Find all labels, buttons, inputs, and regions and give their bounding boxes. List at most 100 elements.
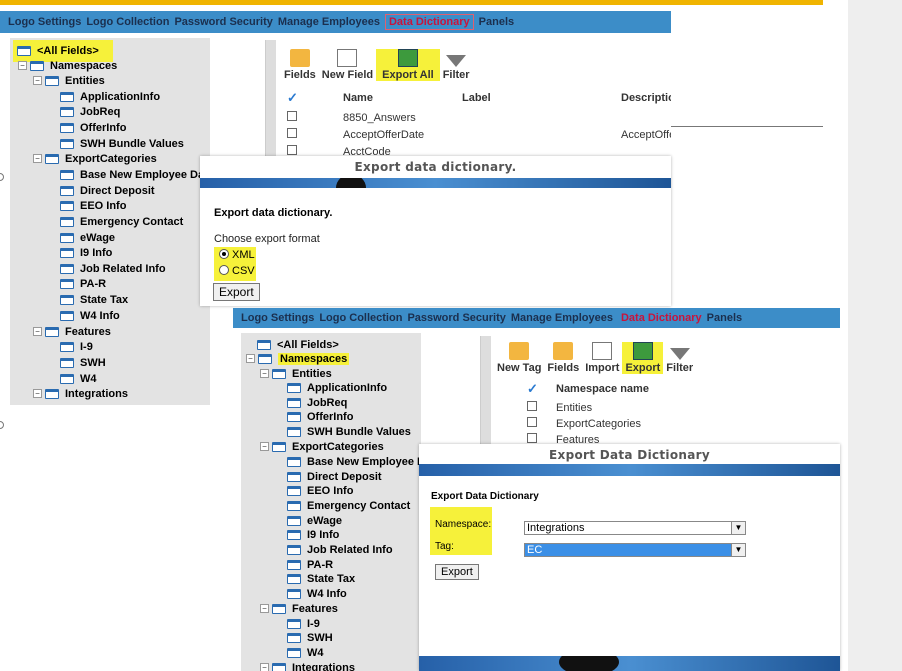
tree-item[interactable]: I9 Info <box>60 245 112 260</box>
tree-item[interactable]: SWH Bundle Values <box>287 424 411 439</box>
tree-item[interactable]: SWH Bundle Values <box>60 136 184 151</box>
tree-export-categories[interactable]: − ExportCategories <box>260 439 384 454</box>
tree-item[interactable]: eWage <box>60 230 115 245</box>
tree-item[interactable]: SWH <box>287 630 333 645</box>
nav-manage-employees[interactable]: Manage Employees <box>278 16 380 28</box>
tree-namespaces[interactable]: − Namespaces <box>18 58 117 73</box>
tree-item[interactable]: OfferInfo <box>60 120 126 135</box>
tree-item[interactable]: PA-R <box>287 557 333 572</box>
filter-button[interactable]: Filter <box>440 51 473 81</box>
fields-button[interactable]: Fields <box>281 49 319 81</box>
tree-item[interactable]: Direct Deposit <box>60 183 155 198</box>
tree-item[interactable]: Emergency Contact <box>287 498 410 513</box>
tree-features[interactable]: − Features <box>33 324 111 339</box>
tree-item[interactable]: ApplicationInfo <box>60 89 160 104</box>
row-checkbox[interactable] <box>527 433 537 443</box>
collapse-icon[interactable]: − <box>246 354 255 363</box>
csv-option[interactable]: CSV <box>219 265 255 277</box>
tree-item[interactable]: EEO Info <box>60 198 126 213</box>
import-button[interactable]: Import <box>582 342 622 374</box>
nav-data-dictionary[interactable]: Data Dictionary <box>384 14 474 30</box>
tree-all-fields[interactable]: <All Fields> <box>257 337 339 352</box>
new-field-button[interactable]: New Field <box>319 49 376 81</box>
nav-logo-collection[interactable]: Logo Collection <box>319 312 402 324</box>
tree-item[interactable]: W4 Info <box>60 308 120 323</box>
table-row[interactable]: AcceptOfferDate AcceptOffe <box>287 126 671 143</box>
new-tag-button[interactable]: New Tag <box>494 342 544 374</box>
scrollbar[interactable] <box>480 336 491 446</box>
tree-item[interactable]: State Tax <box>60 292 128 307</box>
tree-item[interactable]: EEO Info <box>287 483 353 498</box>
nav-panels[interactable]: Panels <box>479 16 514 28</box>
export-button[interactable]: Export <box>213 283 260 301</box>
nav-manage-employees[interactable]: Manage Employees <box>511 312 613 324</box>
tree-integrations[interactable]: − Integrations <box>260 660 355 671</box>
tree-item[interactable]: W4 <box>60 371 97 386</box>
chevron-down-icon[interactable]: ▼ <box>731 522 745 534</box>
tree-item[interactable]: ApplicationInfo <box>287 380 387 395</box>
tree-item[interactable]: eWage <box>287 513 342 528</box>
filter-button[interactable]: Filter <box>663 344 696 374</box>
tree-item[interactable]: PA-R <box>60 276 106 291</box>
nav-logo-settings[interactable]: Logo Settings <box>8 16 81 28</box>
tree-entities[interactable]: − Entities <box>33 73 105 88</box>
table-row[interactable]: Entities <box>527 399 592 416</box>
tree-item[interactable]: SWH <box>60 355 106 370</box>
tree-item[interactable]: W4 <box>287 645 324 660</box>
scrollbar[interactable] <box>265 40 276 156</box>
tree-item[interactable]: Emergency Contact <box>60 214 183 229</box>
tree-item[interactable]: JobReq <box>287 395 347 410</box>
nav-password-security[interactable]: Password Security <box>407 312 505 324</box>
tree-item[interactable]: Job Related Info <box>60 261 166 276</box>
export-all-button[interactable]: Export All <box>376 49 440 81</box>
tree-item[interactable]: Base New Employee Data <box>60 167 210 182</box>
tree-item[interactable]: I-9 <box>287 616 320 631</box>
tree-namespaces[interactable]: − Namespaces <box>246 351 350 366</box>
tree-item[interactable]: JobReq <box>60 104 120 119</box>
nav-logo-settings[interactable]: Logo Settings <box>241 312 314 324</box>
collapse-icon[interactable]: − <box>260 604 269 613</box>
export-button[interactable]: Export <box>435 564 479 580</box>
row-checkbox[interactable] <box>287 145 297 155</box>
tree-item[interactable]: Base New Employee Data <box>287 454 421 469</box>
row-checkbox[interactable] <box>287 111 297 121</box>
row-checkbox[interactable] <box>287 128 297 138</box>
nav-password-security[interactable]: Password Security <box>174 16 272 28</box>
tree-export-categories[interactable]: − ExportCategories <box>33 151 157 166</box>
table-row[interactable]: ExportCategories <box>527 415 641 432</box>
collapse-icon[interactable]: − <box>33 76 42 85</box>
select-all-check-icon[interactable]: ✓ <box>527 381 556 397</box>
nav-panels[interactable]: Panels <box>707 312 742 324</box>
nav-data-dictionary[interactable]: Data Dictionary <box>621 312 702 324</box>
tree-item[interactable]: OfferInfo <box>287 409 353 424</box>
row-checkbox[interactable] <box>527 417 537 427</box>
table-row[interactable]: 8850_Answers <box>287 109 621 126</box>
xml-option[interactable]: XML <box>219 249 255 261</box>
tree-entities[interactable]: − Entities <box>260 366 332 381</box>
tree-item[interactable]: W4 Info <box>287 586 347 601</box>
tree-item[interactable]: Direct Deposit <box>287 469 382 484</box>
tree-item[interactable]: State Tax <box>287 571 355 586</box>
collapse-icon[interactable]: − <box>260 369 269 378</box>
csv-radio[interactable] <box>219 265 229 275</box>
fields-button[interactable]: Fields <box>544 342 582 374</box>
nav-logo-collection[interactable]: Logo Collection <box>86 16 169 28</box>
tag-select[interactable]: EC ▼ <box>524 543 746 557</box>
chevron-down-icon[interactable]: ▼ <box>731 544 745 556</box>
xml-radio[interactable] <box>219 249 229 259</box>
collapse-icon[interactable]: − <box>18 61 27 70</box>
tree-item[interactable]: Job Related Info <box>287 542 393 557</box>
table-row[interactable]: AcctCode <box>287 143 621 156</box>
tree-item[interactable]: I-9 <box>60 339 93 354</box>
collapse-icon[interactable]: − <box>260 663 269 671</box>
row-checkbox[interactable] <box>527 401 537 411</box>
select-all-check-icon[interactable]: ✓ <box>287 90 343 106</box>
collapse-icon[interactable]: − <box>260 442 269 451</box>
collapse-icon[interactable]: − <box>33 389 42 398</box>
export-button[interactable]: Export <box>622 342 664 374</box>
collapse-icon[interactable]: − <box>33 327 42 336</box>
namespace-select[interactable]: Integrations ▼ <box>524 521 746 535</box>
tree-integrations[interactable]: − Integrations <box>33 386 128 401</box>
collapse-icon[interactable]: − <box>33 154 42 163</box>
tree-item[interactable]: I9 Info <box>287 527 339 542</box>
